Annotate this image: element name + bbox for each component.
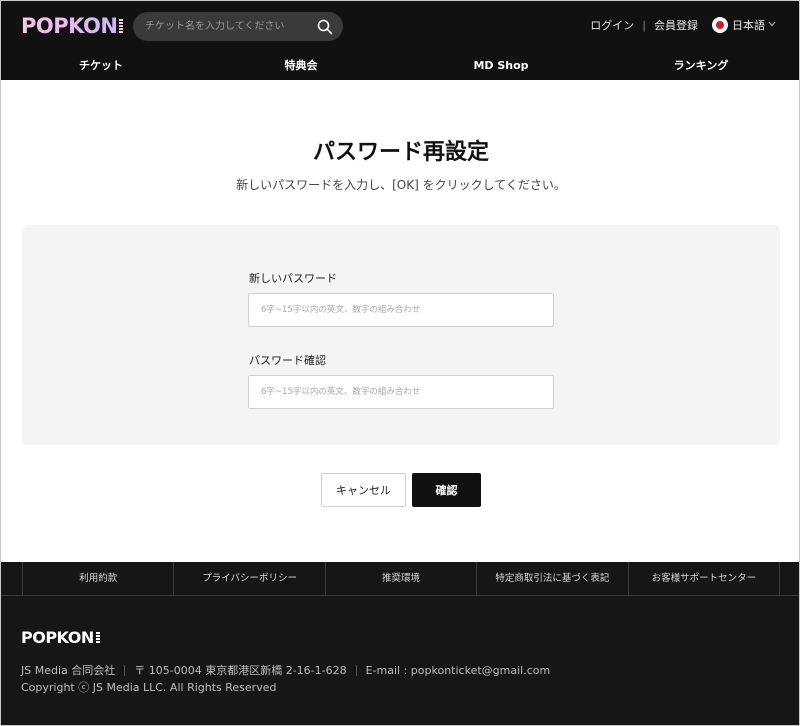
page-title: パスワード再設定: [312, 140, 489, 165]
register-link[interactable]: 会員登録: [654, 17, 698, 33]
footer-links: 利用約款 プライバシーポリシー 推奨環境 特定商取引法に基づく表記 お客様サポー…: [22, 562, 780, 595]
company-info: JS Media 合同会社 〒 105-0004 東京都港区新橋 2-16-1-…: [21, 662, 550, 678]
main-nav: チケット 特典会 MD Shop ランキング: [1, 51, 799, 80]
language-selector[interactable]: 日本語: [712, 17, 776, 33]
footer-link-environment[interactable]: 推奨環境: [324, 562, 476, 595]
search-input[interactable]: [145, 12, 315, 41]
info-separator: [124, 664, 126, 676]
confirm-password-field[interactable]: [248, 375, 554, 409]
footer-divider: [1, 595, 799, 596]
nav-item-ranking[interactable]: ランキング: [601, 51, 799, 80]
copyright: Copyright ⓒ JS Media LLC. All Rights Res…: [21, 681, 277, 694]
logo[interactable]: POPKON: [21, 14, 124, 38]
search-icon[interactable]: [317, 19, 333, 35]
search-bar: [133, 12, 343, 41]
nav-item-md-shop[interactable]: MD Shop: [401, 51, 601, 80]
footer-link-terms[interactable]: 利用約款: [23, 562, 173, 595]
login-link[interactable]: ログイン: [590, 17, 634, 33]
account-links: ログイン | 会員登録 日本語: [590, 17, 776, 33]
cancel-button[interactable]: キャンセル: [321, 473, 406, 507]
company-email: E-mail : popkonticket@gmail.com: [365, 663, 551, 677]
page-subtitle: 新しいパスワードを入力し、[OK] をクリックしてください。: [236, 178, 566, 192]
logo-mark: [119, 19, 124, 33]
company-name: JS Media 合同会社: [21, 664, 116, 677]
footer-link-privacy[interactable]: プライバシーポリシー: [173, 562, 324, 595]
password-form-panel: 新しいパスワード パスワード確認: [22, 225, 780, 445]
page-frame: POPKON ログイン | 会員登録 日本語: [0, 0, 800, 726]
link-separator: |: [642, 18, 646, 32]
confirm-password-label: パスワード確認: [249, 354, 326, 367]
logo-text: POPKON: [21, 14, 118, 38]
new-password-field[interactable]: [248, 293, 554, 327]
footer-logo-mark: [95, 632, 100, 643]
footer: 利用約款 プライバシーポリシー 推奨環境 特定商取引法に基づく表記 お客様サポー…: [1, 562, 799, 725]
language-label: 日本語: [732, 19, 765, 32]
header: POPKON ログイン | 会員登録 日本語: [1, 1, 799, 51]
chevron-down-icon: [768, 20, 776, 30]
footer-link-commerce-law[interactable]: 特定商取引法に基づく表記: [476, 562, 627, 595]
footer-logo-text: POPKON: [21, 628, 94, 647]
footer-logo: POPKON: [21, 628, 100, 647]
confirm-button[interactable]: 確認: [412, 473, 481, 507]
new-password-label: 新しいパスワード: [249, 272, 337, 285]
info-separator: [355, 664, 357, 676]
japan-flag-icon: [712, 17, 728, 33]
company-address: 〒 105-0004 東京都港区新橋 2-16-1-628: [134, 664, 347, 677]
nav-item-tickets[interactable]: チケット: [1, 51, 201, 80]
footer-link-support[interactable]: お客様サポートセンター: [627, 562, 779, 595]
nav-item-special-events[interactable]: 特典会: [201, 51, 401, 80]
